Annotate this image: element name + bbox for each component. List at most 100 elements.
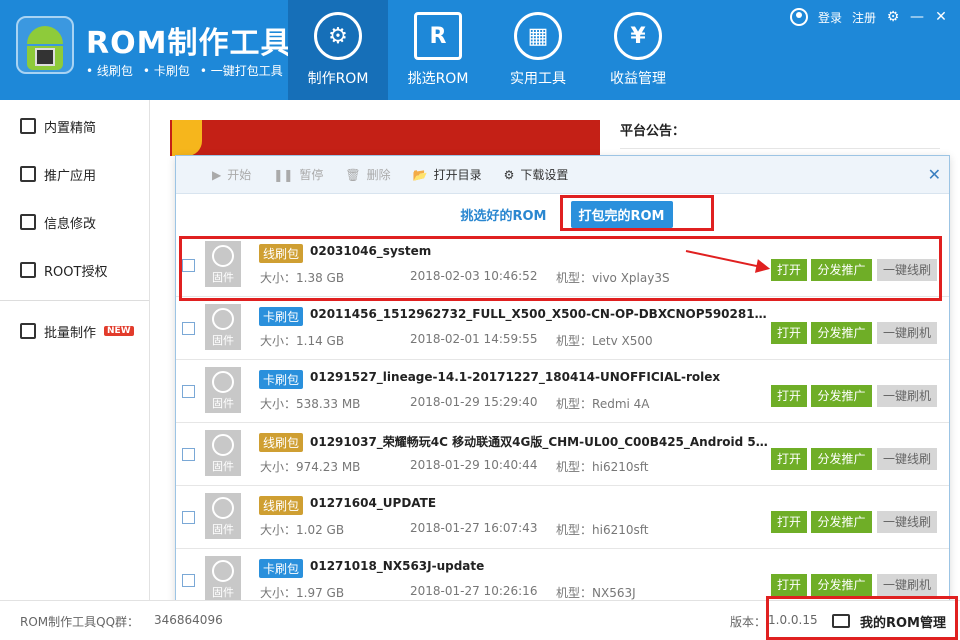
one-click-flash-button[interactable]: 一键线刷: [877, 259, 937, 281]
settings-icon: ⚙: [503, 167, 515, 182]
one-click-flash-button[interactable]: 一键刷机: [877, 322, 937, 344]
sidebar-item-batch[interactable]: 批量制作 NEW: [0, 307, 149, 355]
distribute-button[interactable]: 分发推广: [811, 574, 872, 596]
app-subtitle: 线刷包 卡刷包 一键打包工具: [86, 62, 283, 79]
distribute-button[interactable]: 分发推广: [811, 448, 872, 470]
tab-picked-rom[interactable]: 挑选好的ROM: [453, 201, 555, 228]
dialog-close-icon[interactable]: ✕: [928, 165, 941, 184]
main-nav: ⚙ 制作ROM R 挑选ROM ▦ 实用工具 ¥ 收益管理: [288, 0, 688, 100]
rom-size: 大小：1.97 GB: [260, 586, 345, 600]
open-folder-button[interactable]: 📂 打开目录: [413, 166, 482, 183]
dialog-toolbar: ▶ 开始 ❚❚ 暂停 🗑 删除 📂 打开目录 ⚙ 下载设置 ✕: [176, 156, 949, 194]
rom-row[interactable]: 固件 卡刷包 01291527_lineage-14.1-20171227_1804…: [176, 360, 949, 423]
app-title: ROM制作工具: [86, 26, 292, 61]
new-badge: NEW: [104, 326, 134, 336]
open-button[interactable]: 打开: [771, 511, 807, 533]
trash-icon: 🗑: [345, 167, 361, 182]
rom-checkbox[interactable]: [182, 574, 195, 587]
close-window-button[interactable]: ✕: [934, 9, 948, 25]
edit-info-icon: [20, 214, 36, 230]
rom-size: 大小：1.02 GB: [260, 523, 345, 537]
qq-group-number: 346864096: [154, 613, 223, 627]
open-button[interactable]: 打开: [771, 259, 807, 281]
package-type-badge: 卡刷包: [259, 370, 304, 389]
rom-list: 固件 线刷包 02031046_system 大小：1.38 GB 2018-02-03…: [176, 234, 949, 604]
rom-checkbox[interactable]: [182, 259, 195, 272]
sidebar-item-trim[interactable]: 内置精简: [0, 102, 149, 150]
rom-date: 2018-02-01 14:59:55: [410, 332, 538, 346]
nav-make-rom[interactable]: ⚙ 制作ROM: [288, 0, 388, 100]
sidebar-divider: [0, 300, 149, 301]
shop-icon: R: [414, 12, 462, 60]
firmware-thumb: 固件: [205, 430, 241, 476]
qq-group-label: ROM制作工具QQ群：: [20, 615, 140, 629]
android-icon: [212, 434, 234, 456]
firmware-thumb: 固件: [205, 241, 241, 287]
nav-income[interactable]: ¥ 收益管理: [588, 0, 688, 100]
sidebar-item-edit-info[interactable]: 信息修改: [0, 198, 149, 246]
settings-icon[interactable]: ⚙: [886, 9, 900, 25]
sidebar-item-promote[interactable]: 推广应用: [0, 150, 149, 198]
rom-name: 01271604_UPDATE: [310, 496, 437, 510]
rom-checkbox[interactable]: [182, 322, 195, 335]
rom-checkbox[interactable]: [182, 385, 195, 398]
firmware-thumb: 固件: [205, 367, 241, 413]
android-icon: [212, 245, 234, 267]
package-type-badge: 线刷包: [259, 433, 304, 452]
yen-heart-icon: ¥: [614, 12, 662, 60]
sidebar-item-root[interactable]: ROOT授权: [0, 246, 149, 294]
delete-button[interactable]: 🗑 删除: [345, 166, 390, 183]
pause-icon: ❚❚: [273, 167, 294, 182]
one-click-flash-button[interactable]: 一键线刷: [877, 448, 937, 470]
open-button[interactable]: 打开: [771, 322, 807, 344]
promote-icon: [20, 166, 36, 182]
rom-name: 02011456_1512962732_FULL_X500_X500-CN-OP…: [310, 307, 770, 321]
open-button[interactable]: 打开: [771, 385, 807, 407]
nav-tools[interactable]: ▦ 实用工具: [488, 0, 588, 100]
user-icon: [789, 8, 808, 26]
distribute-button[interactable]: 分发推广: [811, 259, 872, 281]
promo-banner[interactable]: [170, 120, 600, 156]
firmware-thumb: 固件: [205, 556, 241, 602]
rom-model: 机型：Redmi 4A: [556, 397, 650, 411]
package-type-badge: 线刷包: [259, 496, 304, 515]
app-logo: [16, 16, 74, 74]
rom-model: 机型：hi6210sft: [556, 460, 649, 474]
rom-size: 大小：974.23 MB: [260, 460, 361, 474]
grid-icon: ▦: [514, 12, 562, 60]
gear-icon: ⚙: [314, 12, 362, 60]
rom-name: 01291037_荣耀畅玩4C 移动联通双4G版_CHM-UL00_C00B42…: [310, 435, 770, 449]
download-settings-button[interactable]: ⚙ 下载设置: [504, 166, 569, 183]
distribute-button[interactable]: 分发推广: [811, 511, 872, 533]
minimize-button[interactable]: —: [910, 9, 924, 25]
root-lock-icon: [20, 262, 36, 278]
rom-checkbox[interactable]: [182, 448, 195, 461]
one-click-flash-button[interactable]: 一键刷机: [877, 385, 937, 407]
rom-row[interactable]: 固件 卡刷包 02011456_1512962732_FULL_X500_X500-…: [176, 297, 949, 360]
rom-name: 02031046_system: [310, 244, 432, 258]
login-link[interactable]: 登录: [818, 9, 842, 26]
one-click-flash-button[interactable]: 一键线刷: [877, 511, 937, 533]
pause-button[interactable]: ❚❚ 暂停: [273, 166, 323, 183]
firmware-thumb: 固件: [205, 493, 241, 539]
one-click-flash-button[interactable]: 一键刷机: [877, 574, 937, 596]
open-button[interactable]: 打开: [771, 574, 807, 596]
rom-row[interactable]: 固件 线刷包 01271604_UPDATE 大小：1.02 GB 2018-01-27…: [176, 486, 949, 549]
rom-checkbox[interactable]: [182, 511, 195, 524]
folder-icon: 📂: [412, 167, 428, 182]
notice-divider: [620, 148, 940, 149]
distribute-button[interactable]: 分发推广: [811, 322, 872, 344]
rom-date: 2018-01-29 15:29:40: [410, 395, 538, 409]
register-link[interactable]: 注册: [852, 9, 876, 26]
version-label: 版本：: [730, 615, 767, 629]
nav-pick-rom[interactable]: R 挑选ROM: [388, 0, 488, 100]
rom-date: 2018-01-29 10:40:44: [410, 458, 538, 472]
start-button[interactable]: ▶ 开始: [212, 166, 251, 183]
rom-row[interactable]: 固件 线刷包 02031046_system 大小：1.38 GB 2018-02-03…: [176, 234, 949, 301]
rom-row[interactable]: 固件 线刷包 01291037_荣耀畅玩4C 移动联通双4G版_CHM-UL00_C…: [176, 423, 949, 486]
open-button[interactable]: 打开: [771, 448, 807, 470]
distribute-button[interactable]: 分发推广: [811, 385, 872, 407]
top-right-controls: 登录 注册 ⚙ — ✕: [789, 8, 948, 26]
android-icon: [27, 26, 63, 44]
chip-icon: [35, 48, 55, 66]
